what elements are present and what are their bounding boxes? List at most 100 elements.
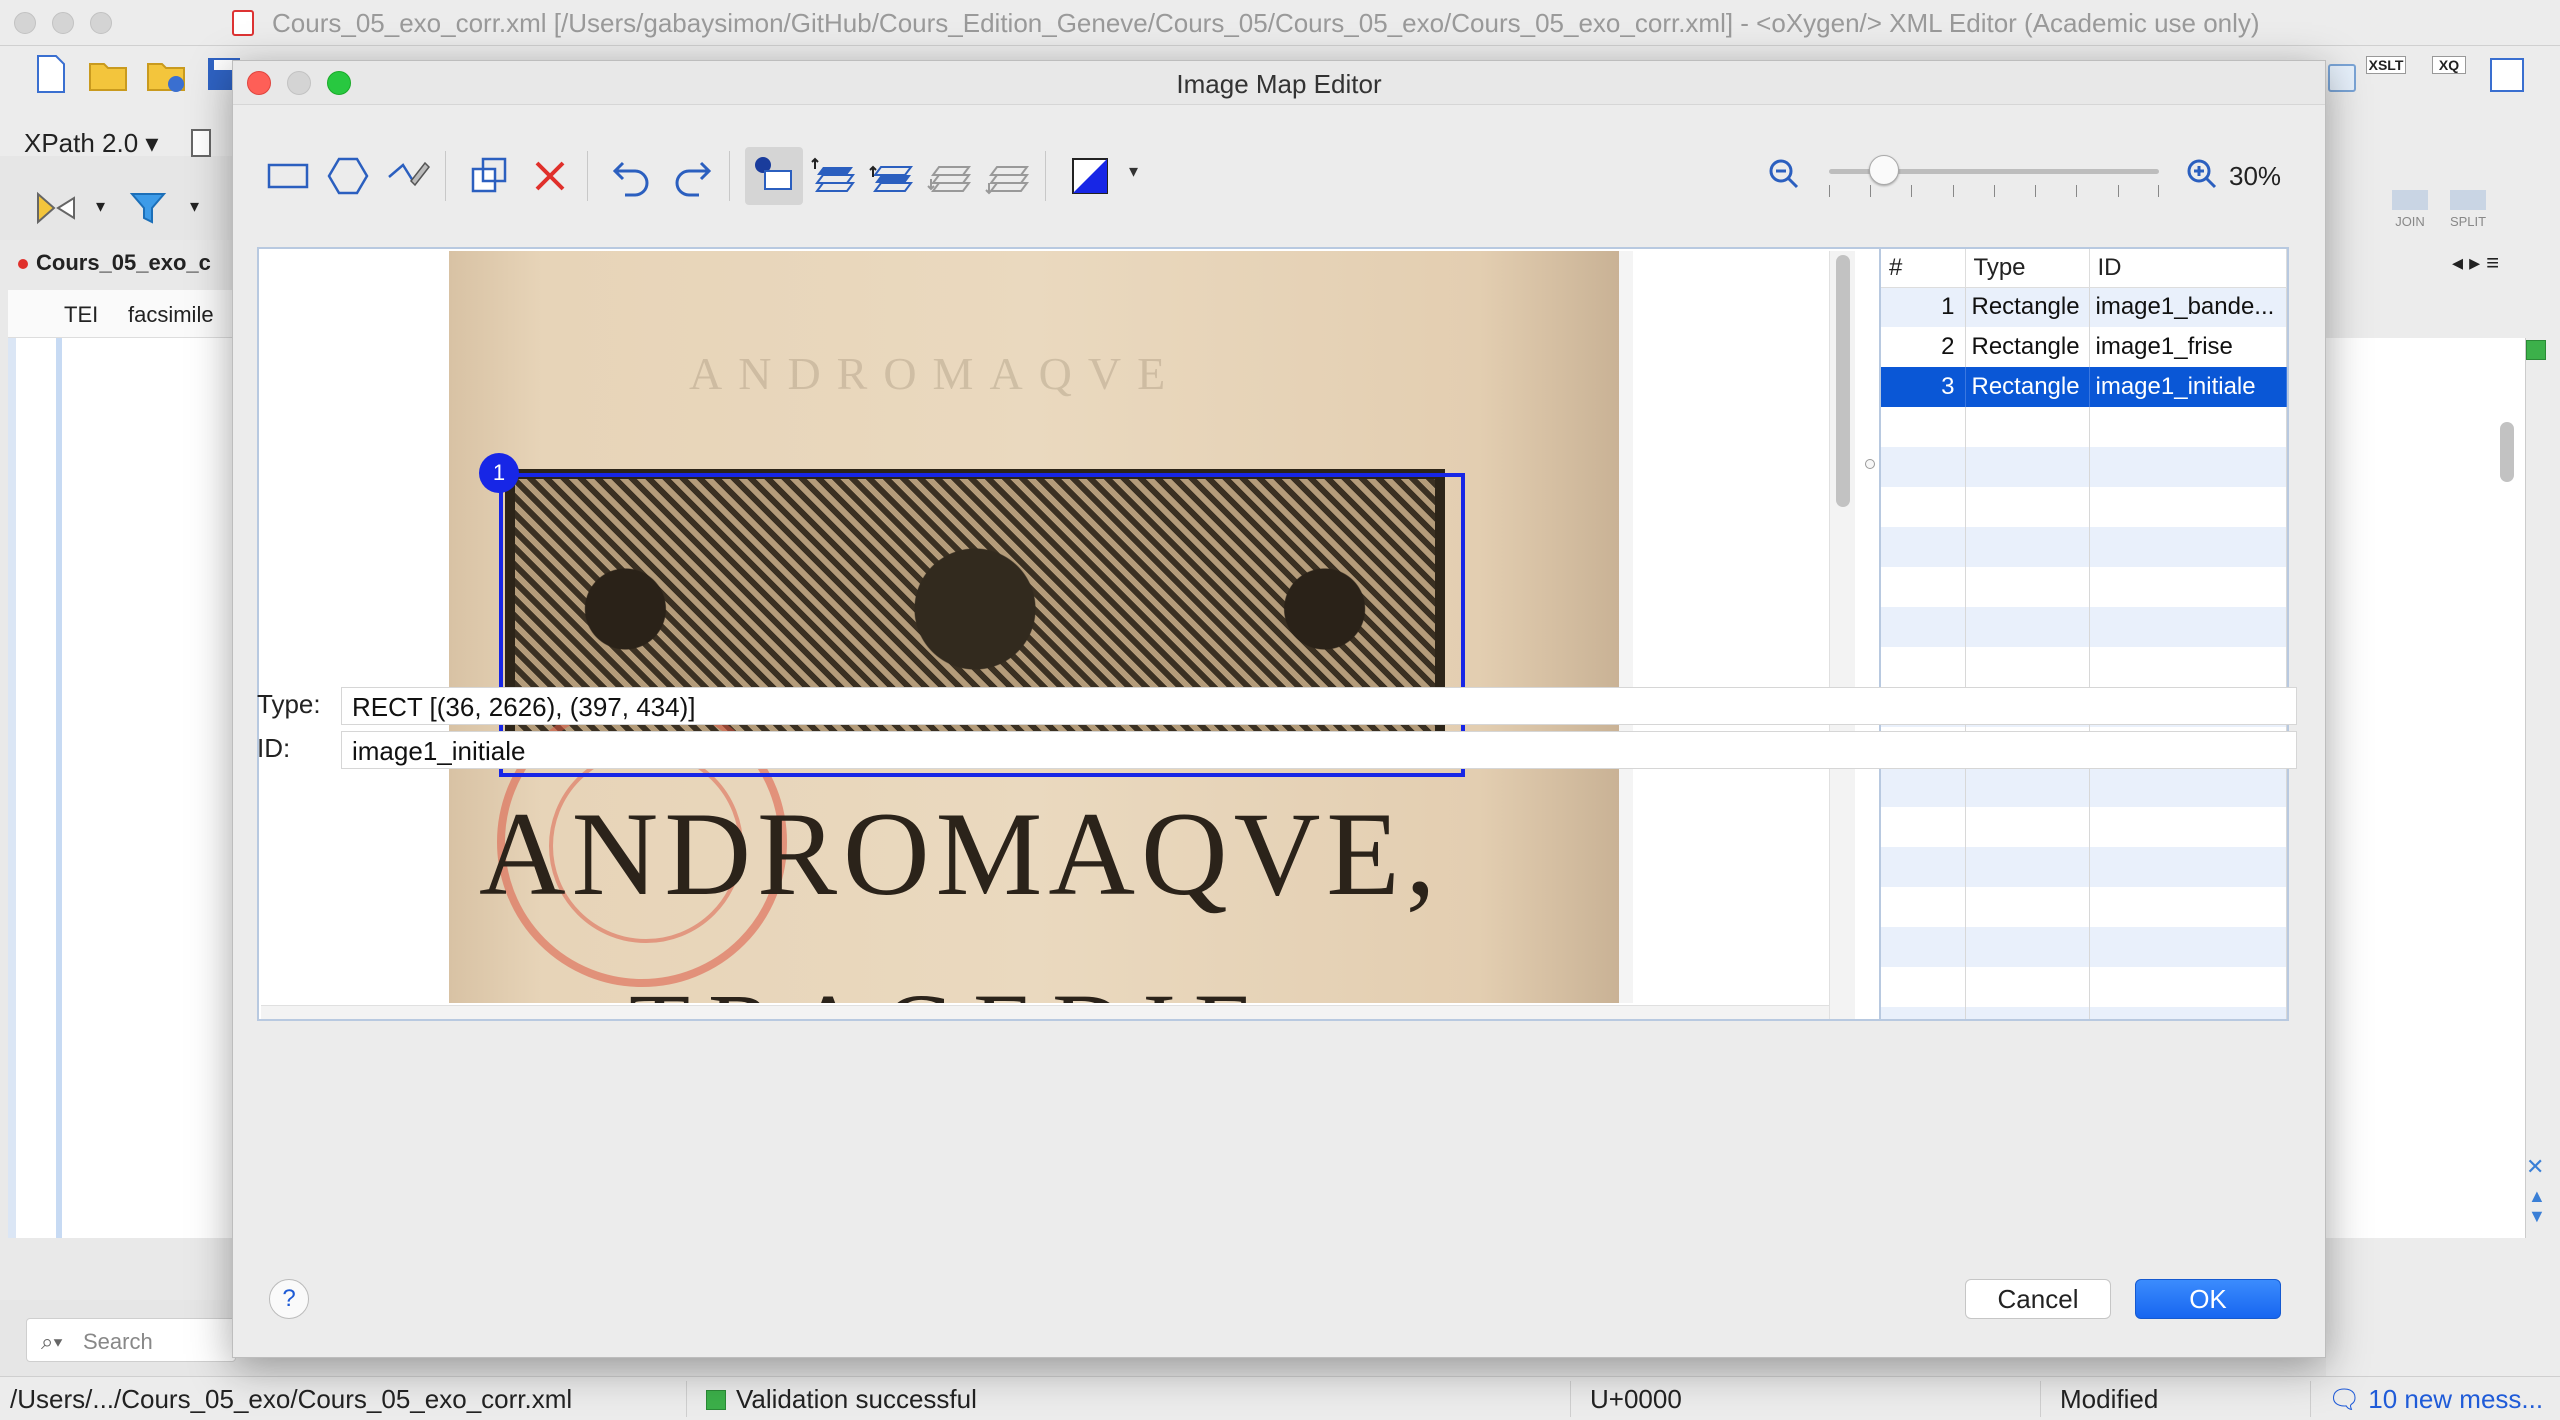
- show-numbers-toggle[interactable]: [745, 147, 803, 205]
- zoom-out-icon[interactable]: [1767, 157, 1801, 191]
- transform-dropdown-icon[interactable]: ▾: [96, 196, 105, 217]
- image-viewport[interactable]: ANDROMAQVE ANDROMAQVE, TRAGEDIE 1: [261, 251, 1829, 1003]
- rectangle-tool[interactable]: [259, 147, 317, 205]
- delete-x-icon: [535, 161, 565, 191]
- image-canvas[interactable]: ANDROMAQVE ANDROMAQVE, TRAGEDIE 1: [257, 247, 2089, 1021]
- duplicate-tool[interactable]: [461, 147, 519, 205]
- canvas-scroll-thumb[interactable]: [1836, 255, 1850, 507]
- area-number-badge[interactable]: 1: [479, 453, 519, 493]
- status-validation[interactable]: Validation successful: [706, 1384, 977, 1415]
- messages-icon: 🗨: [2328, 1384, 2369, 1414]
- table-empty-row: [1881, 887, 2287, 927]
- cell-number: [1881, 967, 1966, 1007]
- redo-button[interactable]: [663, 147, 721, 205]
- areas-table[interactable]: # Type ID 1 Rectangle image1_bande... 2 Rect…: [1879, 247, 2289, 1021]
- debugger-icon[interactable]: [2490, 58, 2524, 92]
- cell-type: [1965, 527, 2090, 567]
- canvas-horizontal-scrollbar[interactable]: [261, 1005, 1829, 1019]
- status-messages[interactable]: 🗨 10 new mess...: [2328, 1384, 2543, 1415]
- filter-icon[interactable]: [128, 188, 168, 228]
- column-header-number[interactable]: #: [1881, 249, 1966, 288]
- join-button[interactable]: JOIN: [2386, 190, 2434, 229]
- column-header-id[interactable]: ID: [2089, 249, 2287, 288]
- table-row[interactable]: 2 Rectangle image1_frise: [1881, 327, 2287, 367]
- column-header-type[interactable]: Type: [1965, 249, 2090, 288]
- transform-scenario-icon[interactable]: [34, 188, 84, 228]
- panel-splitter-handle[interactable]: [1865, 459, 1875, 469]
- editor-scrollbar[interactable]: [2500, 422, 2514, 482]
- undo-button[interactable]: [603, 147, 661, 205]
- window-close-button[interactable]: [14, 12, 36, 34]
- table-empty-row: [1881, 447, 2287, 487]
- open-url-icon[interactable]: [146, 54, 186, 94]
- color-picker-button[interactable]: [1061, 147, 1119, 205]
- prev-next-icons[interactable]: ▲ ▼: [2528, 1186, 2546, 1226]
- cell-id: image1_frise: [2089, 327, 2287, 367]
- table-row[interactable]: 3 Rectangle image1_initiale: [1881, 367, 2287, 407]
- cell-number: [1881, 767, 1966, 807]
- cell-type: [1965, 967, 2090, 1007]
- help-button[interactable]: ?: [269, 1279, 309, 1319]
- cell-id: [2089, 407, 2287, 447]
- type-label: Type:: [257, 689, 321, 719]
- zoom-slider-thumb[interactable]: [1869, 155, 1899, 185]
- breadcrumb: TEI facsimile: [8, 290, 238, 338]
- cancel-button[interactable]: Cancel: [1965, 1279, 2111, 1319]
- xslt-button[interactable]: XSLT: [2366, 56, 2406, 74]
- window-minimize-button[interactable]: [52, 12, 74, 34]
- bring-forward-button[interactable]: [863, 147, 921, 205]
- send-backward-button[interactable]: [921, 147, 979, 205]
- status-separator: [1570, 1381, 1571, 1417]
- polygon-tool[interactable]: [319, 147, 377, 205]
- send-to-back-button[interactable]: [979, 147, 1037, 205]
- table-empty-row: [1881, 767, 2287, 807]
- breadcrumb-facsimile[interactable]: facsimile: [128, 302, 214, 328]
- cell-id: [2089, 607, 2287, 647]
- status-separator: [2310, 1381, 2311, 1417]
- new-file-icon[interactable]: [30, 54, 70, 94]
- table-empty-row: [1881, 927, 2287, 967]
- layout-icon[interactable]: [2328, 64, 2356, 92]
- split-button[interactable]: SPLIT: [2444, 190, 2492, 229]
- zoom-in-icon[interactable]: [2185, 157, 2219, 191]
- table-empty-row: [1881, 527, 2287, 567]
- delete-tool[interactable]: [521, 147, 579, 205]
- table-row[interactable]: 1 Rectangle image1_bande...: [1881, 287, 2287, 327]
- cell-type: Rectangle: [1965, 367, 2090, 407]
- main-window-controls: [14, 12, 112, 34]
- search-input[interactable]: ⌕▾ Search: [26, 1318, 236, 1362]
- table-header-row: # Type ID: [1881, 249, 2287, 288]
- cell-id: [2089, 567, 2287, 607]
- table-empty-row: [1881, 1007, 2287, 1019]
- cell-number: [1881, 647, 1966, 687]
- color-dropdown-icon[interactable]: ▾: [1129, 161, 1138, 182]
- breadcrumb-tei[interactable]: TEI: [64, 302, 98, 328]
- window-zoom-button[interactable]: [90, 12, 112, 34]
- validation-ok-marker[interactable]: [2526, 340, 2546, 360]
- filter-dropdown-icon[interactable]: ▾: [190, 196, 199, 217]
- cell-id: [2089, 967, 2287, 1007]
- close-x-icon[interactable]: ✕: [2526, 1154, 2544, 1180]
- ok-button[interactable]: OK: [2135, 1279, 2281, 1319]
- cell-number: 3: [1881, 367, 1966, 407]
- freeform-tool[interactable]: [379, 147, 437, 205]
- cell-number: [1881, 607, 1966, 647]
- xpath-selector[interactable]: XPath 2.0 ▾: [24, 128, 158, 159]
- status-messages-label: 10 new mess...: [2368, 1384, 2544, 1414]
- toolbar-separator: [587, 151, 588, 201]
- file-tab[interactable]: Cours_05_exo_c: [18, 250, 211, 276]
- split-label: SPLIT: [2449, 214, 2487, 229]
- status-validation-label: Validation successful: [736, 1384, 977, 1414]
- document-icon[interactable]: [182, 124, 222, 164]
- cell-type: [1965, 407, 2090, 447]
- open-folder-icon[interactable]: [88, 54, 128, 94]
- cell-type: Rectangle: [1965, 287, 2090, 327]
- canvas-vertical-scrollbar[interactable]: [1829, 251, 1855, 1019]
- right-editor-area[interactable]: [2326, 338, 2526, 1238]
- editor-area[interactable]: [8, 338, 238, 1238]
- bring-to-front-button[interactable]: [805, 147, 863, 205]
- tab-nav-icons[interactable]: ◂ ▸ ≡: [2452, 250, 2499, 276]
- xquery-button[interactable]: XQ: [2432, 56, 2466, 74]
- cell-id: [2089, 487, 2287, 527]
- id-field[interactable]: image1_initiale: [341, 731, 2297, 769]
